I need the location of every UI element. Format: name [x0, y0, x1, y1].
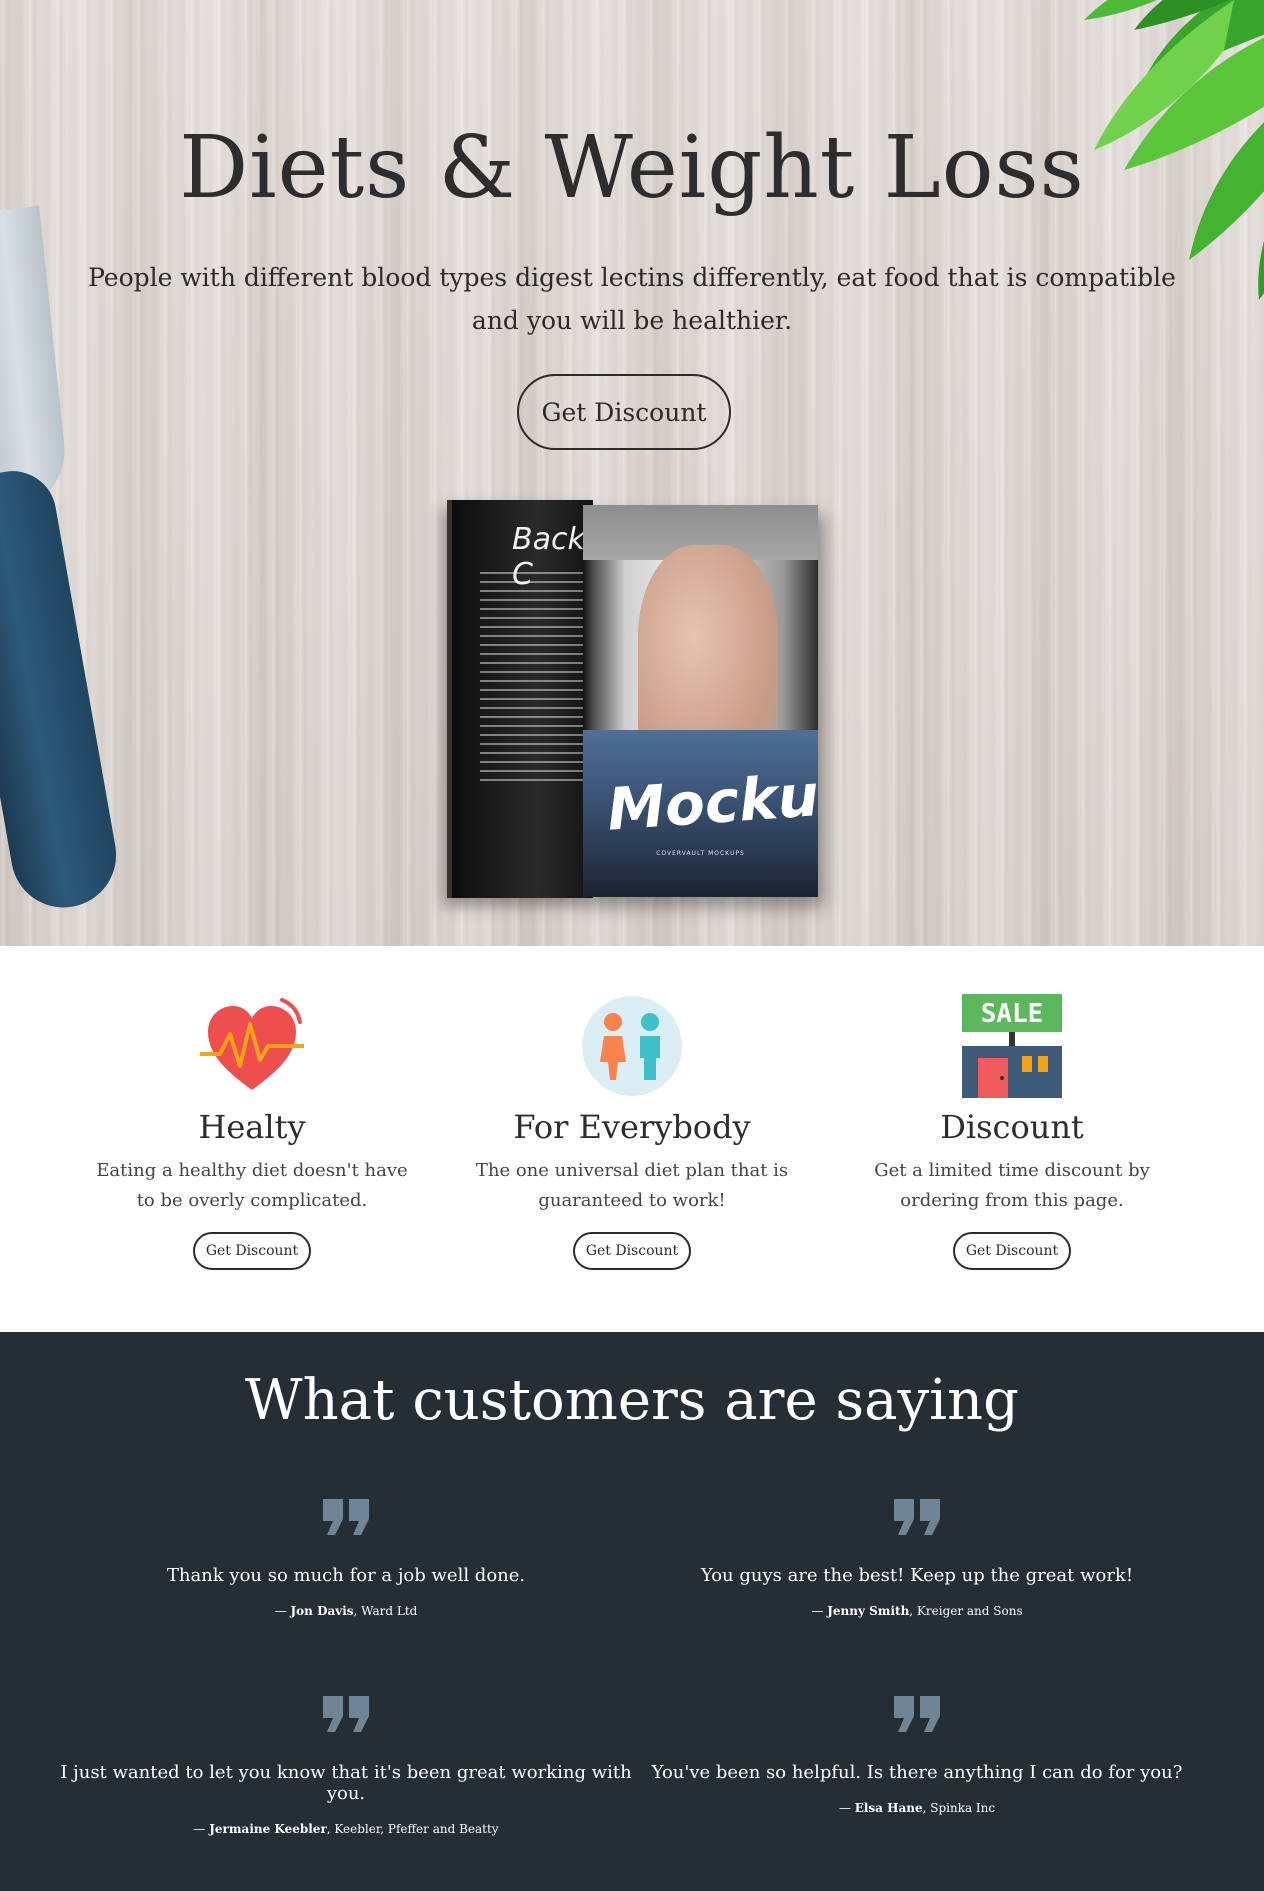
testimonial-author: — Jermaine Keebler, Keebler, Pfeffer and…	[193, 1822, 499, 1836]
testimonial-author: — Elsa Hane, Spinka Inc	[838, 1801, 996, 1815]
book-back-cover-image: Back C	[447, 500, 593, 898]
feature-get-discount-button[interactable]: Get Discount	[953, 1232, 1071, 1270]
features-section: Healty Eating a healthy diet doesn't hav…	[0, 946, 1264, 1332]
hero-title: Diets & Weight Loss	[179, 118, 1085, 218]
feature-text: Get a limited time discount by ordering …	[874, 1160, 1150, 1211]
hero-subtitle: People with different blood types digest…	[88, 263, 1176, 335]
feature-text: Eating a healthy diet doesn't have to be…	[96, 1160, 408, 1211]
feature-title: Discount	[940, 1108, 1084, 1146]
feature-for-everybody: For Everybody The one universal diet pla…	[442, 994, 822, 1270]
heart-pulse-icon	[200, 998, 304, 1090]
testimonial-item: You've been so helpful. Is there anythin…	[627, 1694, 1207, 1815]
feature-title: For Everybody	[513, 1108, 751, 1146]
book-front-cover-image: Mockup COVERVAULT MOCKUPS	[583, 505, 818, 897]
knife-handle-image	[0, 464, 125, 916]
feature-healty: Healty Eating a healthy diet doesn't hav…	[62, 994, 442, 1270]
people-icon	[582, 996, 682, 1096]
feature-get-discount-button[interactable]: Get Discount	[193, 1232, 311, 1270]
testimonial-quote: I just wanted to let you know that it's …	[60, 1762, 632, 1804]
hero-get-discount-button[interactable]: Get Discount	[517, 374, 731, 450]
testimonial-item: I just wanted to let you know that it's …	[56, 1694, 636, 1836]
knife-blade-image	[0, 205, 71, 515]
quote-icon	[323, 1696, 369, 1732]
testimonials-title: What customers are saying	[245, 1368, 1019, 1433]
testimonial-quote: Thank you so much for a job well done.	[166, 1565, 526, 1586]
quote-icon	[894, 1499, 940, 1535]
hero-section: Diets & Weight Loss People with differen…	[0, 0, 1264, 946]
book-back-text-lines	[480, 572, 587, 788]
testimonial-item: Thank you so much for a job well done. —…	[56, 1497, 636, 1618]
feature-get-discount-button[interactable]: Get Discount	[573, 1232, 691, 1270]
feature-discount: SALE Discount Get a limited time discoun…	[822, 994, 1202, 1270]
feature-text: The one universal diet plan that is guar…	[475, 1160, 789, 1211]
quote-icon	[323, 1499, 369, 1535]
testimonial-quote: You've been so helpful. Is there anythin…	[651, 1762, 1183, 1783]
quote-icon	[894, 1696, 940, 1732]
svg-text:SALE: SALE	[981, 999, 1044, 1029]
sale-store-icon: SALE	[962, 994, 1062, 1098]
book-front-subtitle: COVERVAULT MOCKUPS	[656, 850, 745, 857]
testimonial-author: — Jenny Smith, Kreiger and Sons	[811, 1604, 1023, 1618]
testimonial-author: — Jon Davis, Ward Ltd	[274, 1604, 418, 1618]
feature-title: Healty	[198, 1108, 306, 1146]
testimonial-quote: You guys are the best! Keep up the great…	[700, 1565, 1134, 1586]
testimonials-section: What customers are saying Thank you so m…	[0, 1332, 1264, 1891]
testimonial-item: You guys are the best! Keep up the great…	[627, 1497, 1207, 1618]
